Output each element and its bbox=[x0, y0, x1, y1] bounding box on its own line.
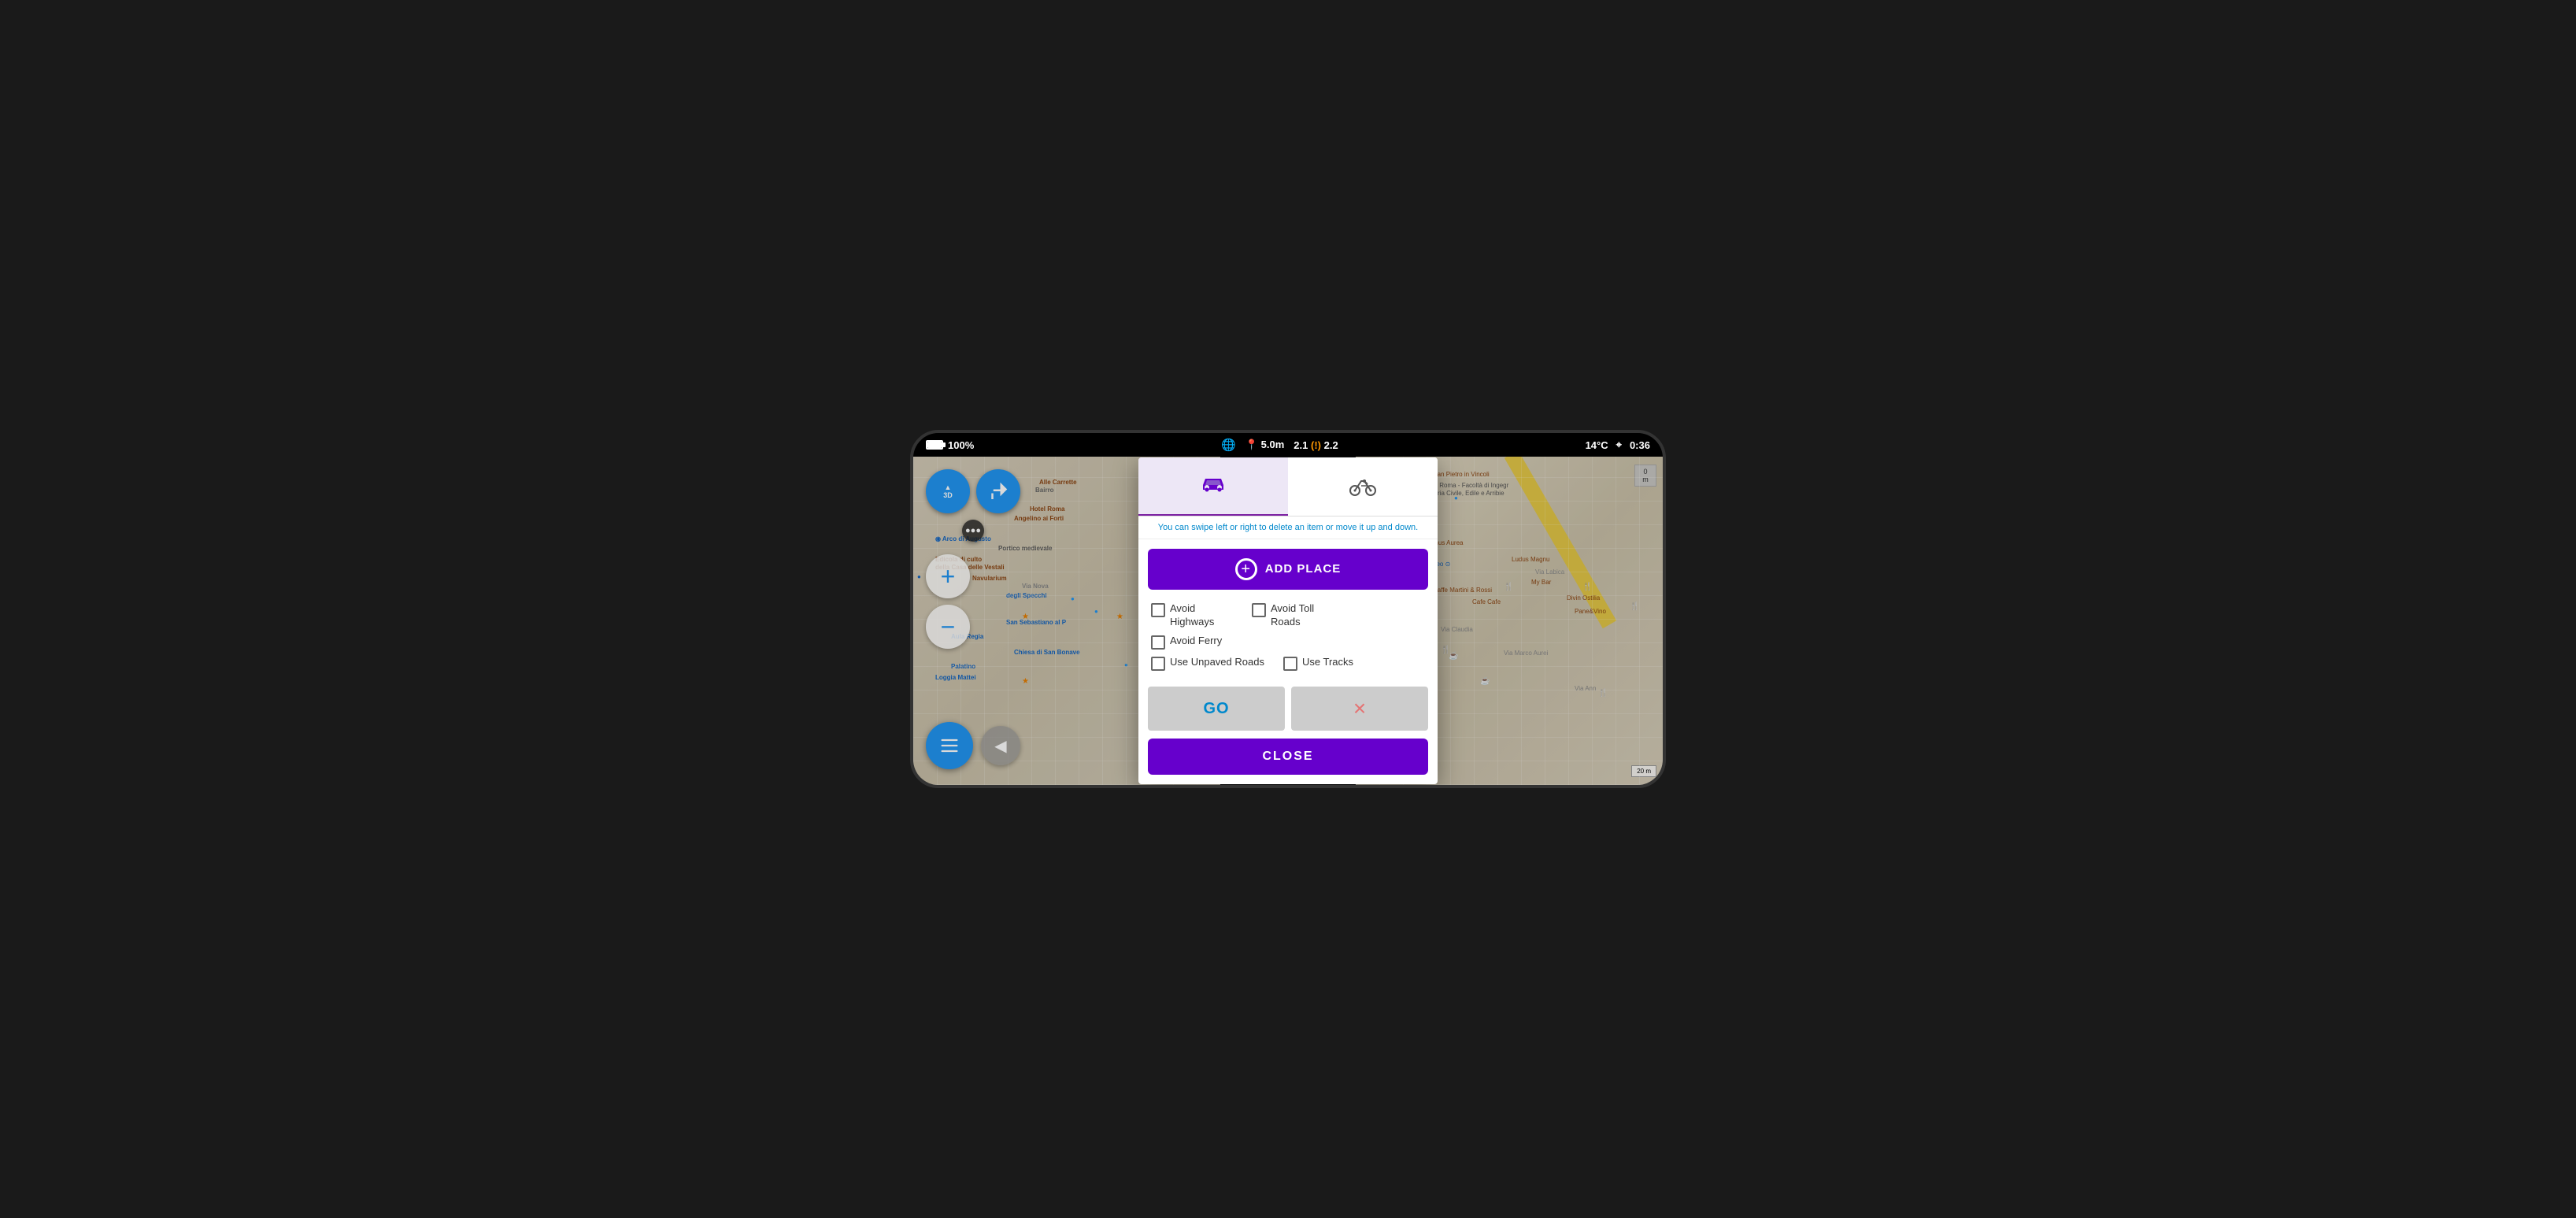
cancel-x-icon: × bbox=[1353, 698, 1366, 720]
main-content: Alle Carrette Bairro Hotel Roma Angelino… bbox=[913, 457, 1663, 785]
status-bar: 100% 🌐 📍 5.0m 2.1 (!) 2.2 14°C ⌖ 0:36 bbox=[913, 433, 1663, 457]
status-right: 14°C ⌖ 0:36 bbox=[1586, 439, 1650, 451]
checkbox-avoid-toll[interactable] bbox=[1252, 603, 1266, 617]
phone-frame: 100% 🌐 📍 5.0m 2.1 (!) 2.2 14°C ⌖ 0:36 Al… bbox=[910, 430, 1666, 788]
status-center: 🌐 📍 5.0m 2.1 (!) 2.2 bbox=[1221, 438, 1338, 452]
label-avoid-toll: Avoid TollRoads bbox=[1271, 602, 1314, 629]
checkbox-avoid-ferry[interactable] bbox=[1151, 635, 1165, 650]
label-tracks: Use Tracks bbox=[1302, 656, 1353, 669]
gps-distance: 📍 5.0m bbox=[1245, 439, 1284, 451]
modal-dialog: You can swipe left or right to delete an… bbox=[1138, 457, 1438, 785]
swipe-hint: You can swipe left or right to delete an… bbox=[1138, 516, 1438, 539]
option-avoid-toll: Avoid TollRoads bbox=[1252, 602, 1346, 629]
modal-overlay: You can swipe left or right to delete an… bbox=[913, 457, 1663, 785]
btn-cancel[interactable]: × bbox=[1291, 687, 1428, 731]
option-avoid-highways: AvoidHighways bbox=[1151, 602, 1245, 629]
options-row-2: Use Unpaved Roads Use Tracks bbox=[1151, 656, 1425, 671]
battery-percent: 100% bbox=[948, 439, 974, 451]
option-unpaved: Use Unpaved Roads bbox=[1151, 656, 1277, 671]
options-section: AvoidHighways Avoid TollRoads Avoid Ferr… bbox=[1138, 596, 1438, 681]
btn-close[interactable]: CLOSE bbox=[1148, 739, 1428, 775]
bicycle-icon bbox=[1347, 471, 1379, 502]
option-tracks: Use Tracks bbox=[1283, 656, 1378, 671]
transport-tabs bbox=[1138, 457, 1438, 516]
btn-add-place[interactable]: + ADD PLACE bbox=[1148, 549, 1428, 590]
btn-go[interactable]: GO bbox=[1148, 687, 1285, 731]
time-display: 0:36 bbox=[1630, 439, 1650, 451]
plus-circle-icon: + bbox=[1235, 558, 1257, 580]
globe-icon: 🌐 bbox=[1221, 438, 1236, 452]
label-unpaved: Use Unpaved Roads bbox=[1170, 656, 1264, 669]
tab-bicycle[interactable] bbox=[1288, 457, 1438, 516]
battery-icon bbox=[926, 440, 943, 450]
temperature: 14°C bbox=[1586, 439, 1608, 451]
label-avoid-ferry: Avoid Ferry bbox=[1170, 635, 1222, 648]
speed-display: 2.1 (!) 2.2 bbox=[1294, 439, 1338, 451]
car-icon bbox=[1197, 470, 1229, 502]
action-buttons: GO × bbox=[1148, 687, 1428, 731]
label-avoid-highways: AvoidHighways bbox=[1170, 602, 1214, 629]
checkbox-unpaved[interactable] bbox=[1151, 657, 1165, 671]
option-avoid-ferry: Avoid Ferry bbox=[1151, 635, 1245, 650]
bluetooth-icon: ⌖ bbox=[1616, 439, 1622, 451]
options-row-1: AvoidHighways Avoid TollRoads Avoid Ferr… bbox=[1151, 602, 1425, 650]
status-left: 100% bbox=[926, 439, 974, 451]
tab-car[interactable] bbox=[1138, 457, 1288, 516]
checkbox-avoid-highways[interactable] bbox=[1151, 603, 1165, 617]
warning-icon: (!) bbox=[1311, 439, 1321, 451]
checkbox-tracks[interactable] bbox=[1283, 657, 1297, 671]
